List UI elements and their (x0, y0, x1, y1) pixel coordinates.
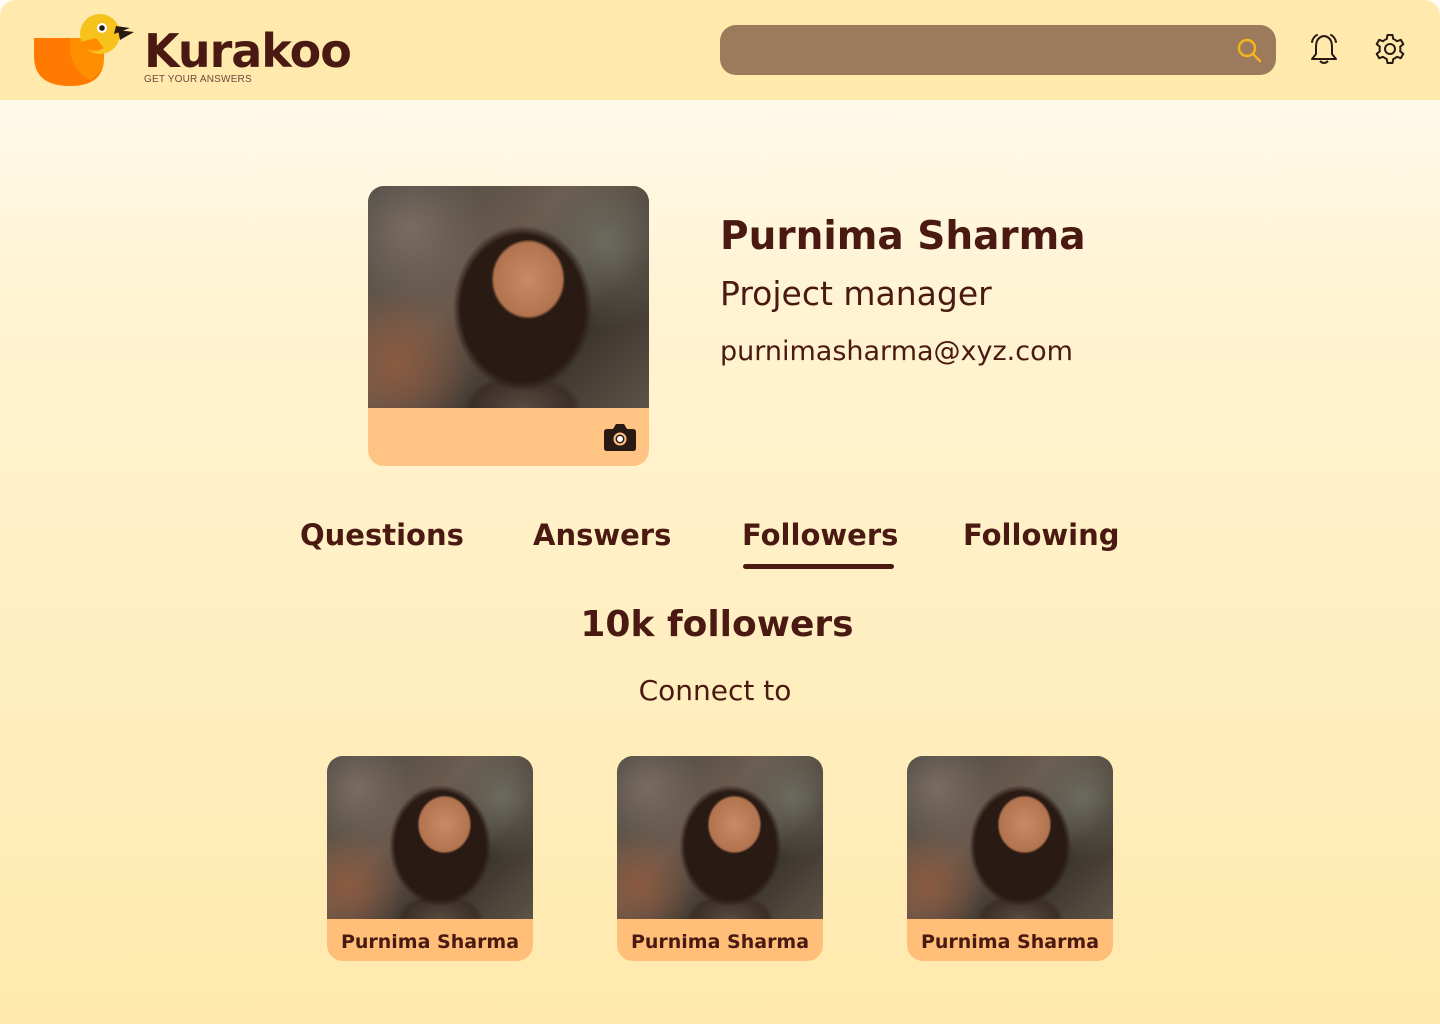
tab-questions[interactable]: Questions (300, 518, 464, 552)
follower-name: Purnima Sharma (340, 931, 520, 953)
search-input[interactable] (736, 25, 1230, 77)
followers-count: 10k followers (580, 604, 854, 645)
search-icon[interactable] (1236, 37, 1262, 63)
follower-name: Purnima Sharma (920, 931, 1100, 953)
bell-icon[interactable] (1307, 32, 1341, 66)
follower-suggestion-card[interactable]: Purnima Sharma (617, 756, 823, 961)
tab-followers[interactable]: Followers (742, 518, 898, 552)
tab-following[interactable]: Following (963, 518, 1120, 552)
camera-icon[interactable] (603, 422, 637, 452)
brand-tagline: GET YOUR ANSWERS (144, 74, 252, 85)
profile-photo (368, 186, 649, 408)
profile-name: Purnima Sharma (720, 214, 1086, 259)
follower-suggestion-card[interactable]: Purnima Sharma (327, 756, 533, 961)
brand-name: Kurakoo (144, 24, 352, 78)
tab-answers[interactable]: Answers (533, 518, 671, 552)
top-bar: Kurakoo GET YOUR ANSWERS (0, 0, 1440, 100)
active-tab-indicator (743, 564, 894, 569)
profile-email[interactable]: purnimasharma@xyz.com (720, 336, 1073, 367)
profile-role: Project manager (720, 274, 992, 313)
gear-icon[interactable] (1373, 32, 1407, 66)
kurakoo-logo[interactable]: Kurakoo GET YOUR ANSWERS (34, 12, 394, 92)
connect-to-heading: Connect to (638, 674, 792, 707)
duck-logo-icon (34, 14, 134, 86)
follower-suggestion-card[interactable]: Purnima Sharma (907, 756, 1113, 961)
search-bar[interactable] (720, 25, 1276, 77)
profile-page: Kurakoo GET YOUR ANSWERS Purnima Sharma … (0, 0, 1440, 1024)
profile-avatar-card (368, 186, 649, 466)
follower-photo (907, 756, 1113, 919)
follower-name: Purnima Sharma (630, 931, 810, 953)
follower-photo (327, 756, 533, 919)
follower-photo (617, 756, 823, 919)
